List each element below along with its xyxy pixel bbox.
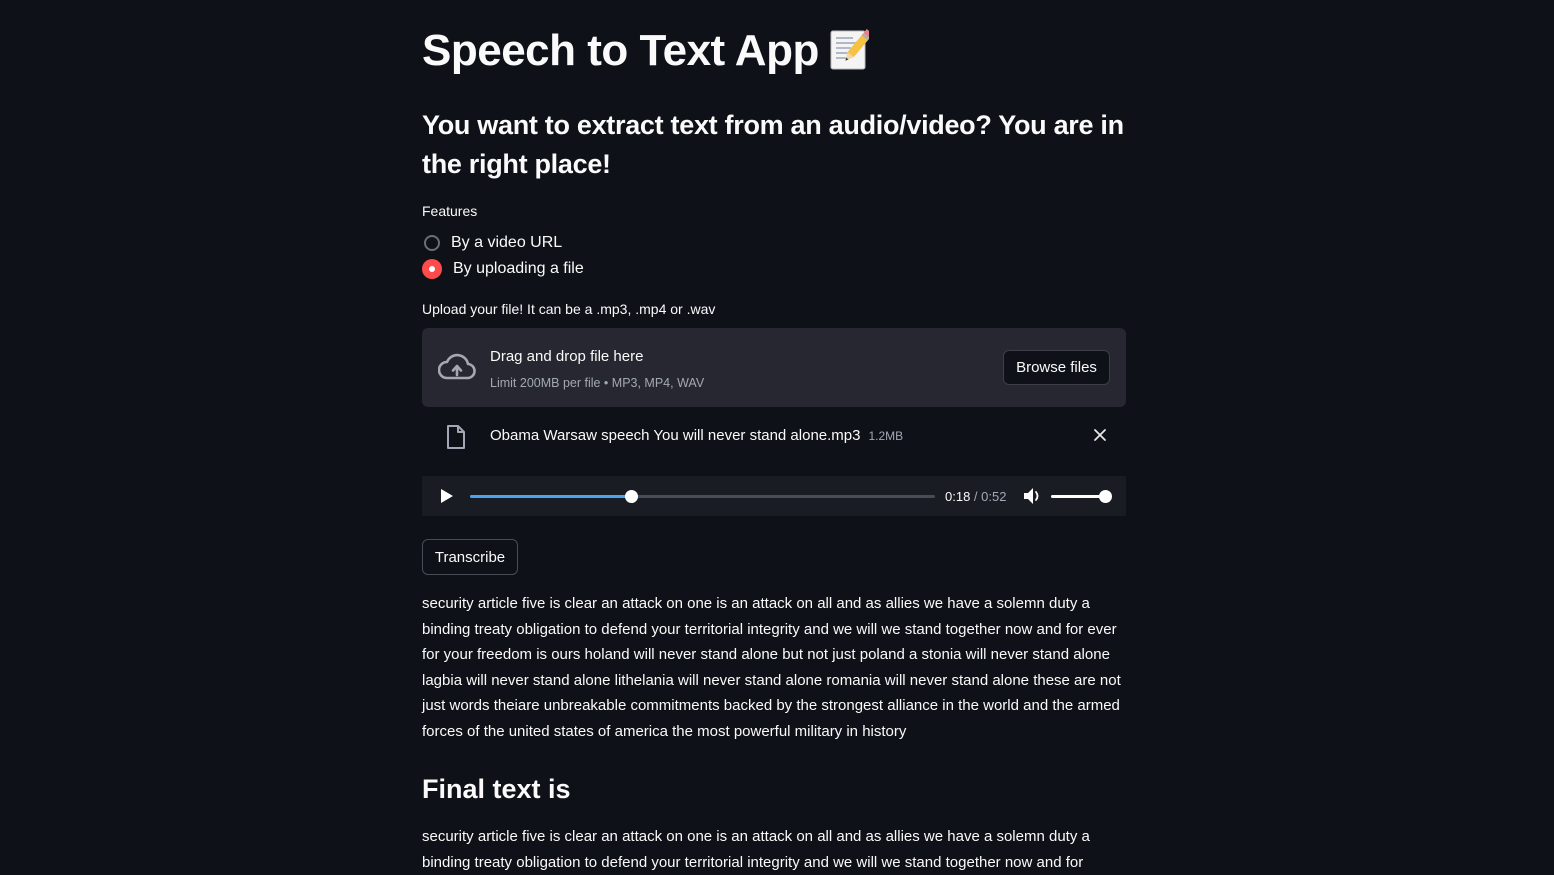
- transcript-text: security article five is clear an attack…: [422, 595, 1121, 740]
- radio-unchecked-icon[interactable]: [424, 235, 440, 251]
- file-dropzone[interactable]: Drag and drop file here Limit 200MB per …: [422, 328, 1126, 407]
- volume-slider-fill: [1051, 495, 1105, 498]
- close-icon[interactable]: [1092, 427, 1108, 443]
- features-label: Features: [422, 203, 478, 219]
- seek-bar[interactable]: [470, 490, 935, 503]
- volume-slider-thumb[interactable]: [1099, 490, 1112, 503]
- file-size: 1.2MB: [868, 429, 904, 443]
- time-separator: /: [970, 489, 982, 504]
- uploader-label: Upload your file! It can be a .mp3, .mp4…: [422, 301, 716, 317]
- cloud-upload-icon: [438, 353, 476, 380]
- dropzone-instruction: Drag and drop file here: [490, 348, 644, 365]
- file-name-text: Obama Warsaw speech You will never stand…: [490, 427, 861, 444]
- duration: 0:52: [981, 489, 1007, 504]
- page-subtitle: You want to extract text from an audio/v…: [422, 110, 1124, 179]
- final-text-heading: Final text is: [422, 774, 571, 804]
- uploaded-file-row: Obama Warsaw speech You will never stand…: [422, 418, 1126, 454]
- uploaded-file-name: Obama Warsaw speech You will never stand…: [490, 427, 903, 444]
- seek-bar-progress: [470, 495, 631, 498]
- page-title: Speech to Text App: [422, 24, 869, 78]
- dropzone-limit-text: Limit 200MB per file • MP3, MP4, WAV: [490, 376, 705, 390]
- file-icon: [447, 425, 465, 449]
- seek-bar-thumb[interactable]: [624, 490, 638, 503]
- current-time: 0:18: [945, 489, 971, 504]
- play-icon[interactable]: [440, 488, 454, 504]
- memo-icon: [830, 29, 869, 70]
- playback-time: 0:18 / 0:52: [945, 489, 1006, 504]
- volume-icon[interactable]: [1023, 487, 1043, 505]
- radio-option-label: By a video URL: [451, 234, 563, 251]
- radio-checked-icon[interactable]: [422, 259, 442, 279]
- transcribe-button[interactable]: Transcribe: [422, 539, 518, 575]
- volume-slider[interactable]: [1051, 490, 1112, 503]
- radio-option-label: By uploading a file: [453, 260, 584, 277]
- final-text: security article five is clear an attack…: [422, 828, 1090, 871]
- audio-player: 0:18 / 0:52: [422, 476, 1126, 516]
- browse-files-button[interactable]: Browse files: [1003, 350, 1110, 385]
- radio-option-upload-file[interactable]: By uploading a file: [422, 258, 584, 280]
- page-title-text: Speech to Text App: [422, 26, 819, 75]
- radio-option-video-url[interactable]: By a video URL: [422, 232, 562, 254]
